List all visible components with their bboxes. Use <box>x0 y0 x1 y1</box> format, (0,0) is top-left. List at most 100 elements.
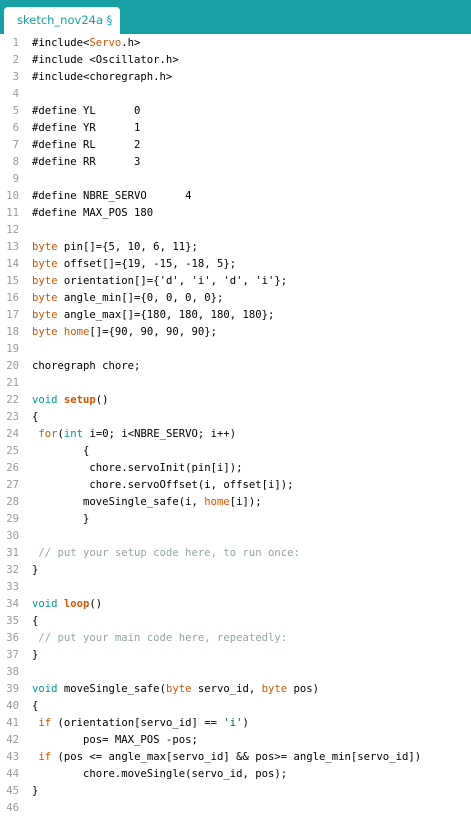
code-line[interactable]: 16 byte angle_min[]={0, 0, 0, 0}; <box>0 290 471 307</box>
code-token: byte <box>261 683 288 695</box>
code-line[interactable]: 42 pos= MAX_POS -pos; <box>0 732 471 749</box>
code-line[interactable]: 17 byte angle_max[]={180, 180, 180, 180}; <box>0 307 471 324</box>
code-token: } <box>32 513 90 525</box>
code-token: byte <box>32 326 58 338</box>
line-number: 43 <box>6 751 19 763</box>
code-line[interactable]: 35 { <box>0 613 471 630</box>
code-line[interactable]: 45} <box>0 783 471 800</box>
line-code: } <box>32 511 89 528</box>
line-code: pos= MAX_POS -pos; <box>32 732 198 749</box>
code-token: () <box>95 394 109 406</box>
code-token: byte <box>32 241 58 253</box>
code-line[interactable]: 24 for(int i=0; i<NBRE_SERVO; i++) <box>0 426 471 443</box>
line-number: 31 <box>6 547 19 559</box>
code-token: loop <box>63 598 90 610</box>
code-line[interactable]: 2 #include <Oscillator.h> <box>0 52 471 69</box>
code-line[interactable]: 10 #define NBRE_SERVO 4 <box>0 188 471 205</box>
code-line[interactable]: 43 if (pos <= angle_max[servo_id] && pos… <box>0 749 471 766</box>
line-number: 33 <box>6 581 19 593</box>
code-line[interactable]: 13 byte pin[]={5, 10, 6, 11}; <box>0 239 471 256</box>
code-token: setup <box>63 394 96 406</box>
line-code: #include <Oscillator.h> <box>32 52 179 69</box>
line-code: for(int i=0; i<NBRE_SERVO; i++) <box>32 426 236 443</box>
code-token: { <box>32 445 90 457</box>
line-code: moveSingle_safe(i, home[i]); <box>32 494 262 511</box>
code-line[interactable]: 38 <box>0 664 471 681</box>
line-number: 16 <box>6 292 19 304</box>
code-token: if <box>38 751 52 763</box>
code-line[interactable]: 23 { <box>0 409 471 426</box>
code-line[interactable]: 32} <box>0 562 471 579</box>
line-number: 7 <box>12 139 19 151</box>
line-number: 21 <box>6 377 19 389</box>
code-line[interactable]: 4 <box>0 86 471 103</box>
code-line[interactable]: 41 if (orientation[servo_id] == 'i') <box>0 715 471 732</box>
code-token: #define RL 2 <box>32 139 141 151</box>
code-token: chore.moveSingle(servo_id, pos); <box>32 768 288 780</box>
line-number: 12 <box>6 224 19 236</box>
code-token: #define RR 3 <box>32 156 141 168</box>
code-line[interactable]: 9 <box>0 171 471 188</box>
code-line[interactable]: 46 <box>0 800 471 817</box>
code-token: #define YR 1 <box>32 122 141 134</box>
code-line[interactable]: 12 <box>0 222 471 239</box>
code-line[interactable]: 28 moveSingle_safe(i, home[i]); <box>0 494 471 511</box>
line-code: #define RL 2 <box>32 137 140 154</box>
code-line[interactable]: 44 chore.moveSingle(servo_id, pos); <box>0 766 471 783</box>
code-line[interactable]: 7 #define RL 2 <box>0 137 471 154</box>
code-line[interactable]: 25 { <box>0 443 471 460</box>
code-line[interactable]: 29 } <box>0 511 471 528</box>
code-line[interactable]: 30 <box>0 528 471 545</box>
code-line[interactable]: 1 #include<Servo.h> <box>0 35 471 52</box>
code-line[interactable]: 21 <box>0 375 471 392</box>
line-number: 9 <box>12 173 19 185</box>
code-line[interactable]: 20 choregraph chore; <box>0 358 471 375</box>
code-line[interactable]: 14 byte offset[]={19, -15, -18, 5}; <box>0 256 471 273</box>
code-line[interactable]: 11 #define MAX_POS 180 <box>0 205 471 222</box>
tab-sketch[interactable]: sketch_nov24a § <box>4 7 121 34</box>
code-line[interactable]: 18 byte home[]={90, 90, 90, 90}; <box>0 324 471 341</box>
line-code: byte offset[]={19, -15, -18, 5}; <box>32 256 236 273</box>
line-code: byte orientation[]={'d', 'i', 'd', 'i'}; <box>32 273 287 290</box>
code-token: for <box>38 428 58 440</box>
code-line[interactable]: 22 void setup() <box>0 392 471 409</box>
code-line[interactable]: 27 chore.servoOffset(i, offset[i]); <box>0 477 471 494</box>
code-token: } <box>32 785 39 797</box>
line-code: } <box>32 562 38 579</box>
code-line[interactable]: 5 #define YL 0 <box>0 103 471 120</box>
code-token: []={90, 90, 90, 90}; <box>89 326 217 338</box>
line-number: 37 <box>6 649 19 661</box>
code-line[interactable]: 3 #include<choregraph.h> <box>0 69 471 86</box>
code-line[interactable]: 33 <box>0 579 471 596</box>
line-number: 41 <box>6 717 19 729</box>
line-number: 6 <box>12 122 19 134</box>
code-line[interactable]: 26 chore.servoInit(pin[i]); <box>0 460 471 477</box>
code-token: angle_min[]={0, 0, 0, 0}; <box>57 292 224 304</box>
line-number: 35 <box>6 615 19 627</box>
code-token: #define MAX_POS 180 <box>32 207 154 219</box>
line-code: byte angle_min[]={0, 0, 0, 0}; <box>32 290 223 307</box>
code-line[interactable]: 40 { <box>0 698 471 715</box>
code-line[interactable]: 19 <box>0 341 471 358</box>
line-code: void setup() <box>32 392 109 409</box>
code-line[interactable]: 39 void moveSingle_safe(byte servo_id, by… <box>0 681 471 698</box>
code-line[interactable]: 37} <box>0 647 471 664</box>
code-line[interactable]: 15 byte orientation[]={'d', 'i', 'd', 'i'… <box>0 273 471 290</box>
code-token: pin[]={5, 10, 6, 11}; <box>57 241 198 253</box>
line-number: 36 <box>6 632 19 644</box>
code-line[interactable]: 31 // put your setup code here, to run o… <box>0 545 471 562</box>
code-token: byte <box>32 258 58 270</box>
line-code: chore.moveSingle(servo_id, pos); <box>32 766 287 783</box>
code-line[interactable]: 36 // put your main code here, repeatedl… <box>0 630 471 647</box>
code-token: { <box>32 615 39 627</box>
code-line[interactable]: 34 void loop() <box>0 596 471 613</box>
code-token: pos) <box>287 683 320 695</box>
code-editor[interactable]: 1 #include<Servo.h> 2 #include <Oscillator.… <box>0 34 471 821</box>
code-token: () <box>89 598 103 610</box>
code-token: Servo <box>89 37 122 49</box>
code-line[interactable]: 6 #define YR 1 <box>0 120 471 137</box>
line-number: 44 <box>6 768 19 780</box>
line-number: 46 <box>6 802 19 814</box>
code-line[interactable]: 8 #define RR 3 <box>0 154 471 171</box>
code-token: chore.servoOffset(i, offset[i]); <box>32 479 294 491</box>
